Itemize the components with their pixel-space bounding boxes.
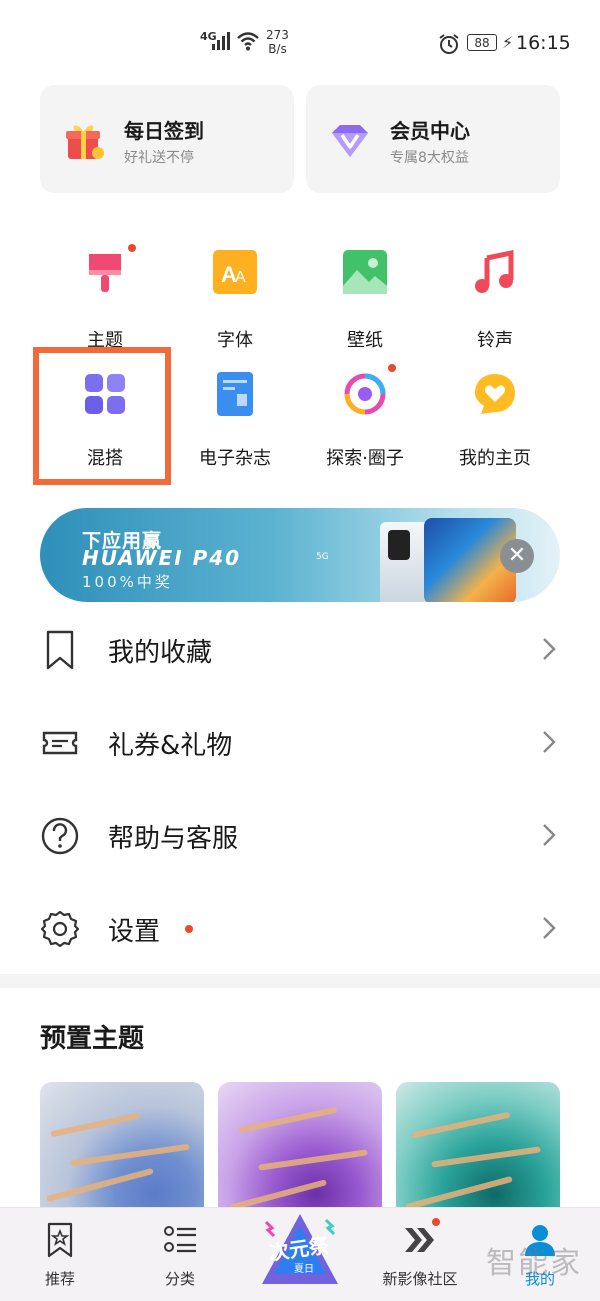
- grid-item-my-home[interactable]: 我的主页: [430, 372, 560, 492]
- list-item-label: 帮助与客服: [108, 824, 239, 854]
- preset-theme-thumbnail[interactable]: [218, 1082, 382, 1222]
- promo-banner[interactable]: 下应用赢 HUAWEI P40 5G 100%中奖: [40, 508, 560, 602]
- font-icon: A A: [213, 250, 257, 294]
- svg-text:A: A: [235, 269, 246, 286]
- grid-item-label: 铃声: [477, 330, 513, 351]
- chevron-right-icon: [543, 638, 556, 660]
- festival-logo-button[interactable]: 次元祭 夏日: [248, 1212, 352, 1286]
- wallpaper-icon: [343, 250, 387, 294]
- signal-icon: [212, 32, 230, 50]
- tab-label: 分类: [164, 1270, 195, 1288]
- grid-item-label: 探索·圈子: [326, 448, 404, 469]
- tab-label: 推荐: [44, 1270, 75, 1288]
- settings-gear-icon: [40, 910, 80, 948]
- chevron-right-icon: [543, 731, 556, 753]
- highlight-box: [33, 347, 171, 485]
- battery-indicator: 88: [467, 34, 497, 51]
- badge-dot: [432, 1218, 440, 1226]
- status-bar: 4G 273 B/s 88 ⚡ 16:15: [0, 0, 600, 80]
- grid-item-explore[interactable]: 探索·圈子: [300, 364, 430, 492]
- list-item-label: 我的收藏: [108, 638, 213, 668]
- list-item-label: 礼券&礼物: [108, 731, 233, 761]
- bookmark-icon: [46, 630, 74, 670]
- member-center-card[interactable]: 会员中心 专属8大权益: [306, 85, 560, 193]
- ringtone-icon: [475, 250, 514, 293]
- category-list-icon: [164, 1226, 196, 1253]
- double-chevron-icon: [405, 1228, 434, 1252]
- banner-5g: 5G: [316, 552, 329, 562]
- gift-icon: [66, 125, 104, 159]
- list-item-label: 设置: [108, 917, 161, 947]
- list-item-help[interactable]: 帮助与客服: [0, 790, 600, 882]
- watermark: 智能家: [486, 1246, 582, 1281]
- badge-dot: [185, 925, 193, 933]
- speed-value: 273: [266, 28, 289, 42]
- preset-theme-thumbnail[interactable]: [396, 1082, 560, 1222]
- tab-recommend[interactable]: 推荐: [0, 1208, 120, 1301]
- grid-item-label: 电子杂志: [199, 448, 271, 469]
- grid-item-label: 字体: [217, 330, 253, 351]
- list-item-coupons[interactable]: 礼券&礼物: [0, 697, 600, 789]
- speed-unit: B/s: [268, 42, 287, 56]
- grid-item-ringtone[interactable]: 铃声: [430, 250, 560, 370]
- banner-line3: 100%中奖: [82, 573, 173, 591]
- magazine-icon: [217, 372, 253, 416]
- tab-label: 新影像社区: [382, 1270, 458, 1288]
- chevron-right-icon: [543, 824, 556, 846]
- grid-item-wallpaper[interactable]: 壁纸: [300, 250, 430, 370]
- tab-image-community[interactable]: 新影像社区: [360, 1208, 480, 1301]
- alarm-icon: [439, 34, 459, 54]
- card-subtitle: 好礼送不停: [124, 150, 194, 166]
- logo-subtext: 夏日: [294, 1263, 314, 1275]
- card-title: 会员中心: [390, 119, 470, 143]
- my-home-heart-icon: [475, 374, 515, 414]
- banner-close-button[interactable]: ✕: [500, 539, 534, 573]
- grid-item-label: 壁纸: [347, 330, 383, 351]
- clock: 16:15: [516, 32, 571, 54]
- chevron-right-icon: [543, 917, 556, 939]
- vip-diamond-icon: [332, 125, 368, 157]
- badge-dot: [388, 364, 396, 372]
- grid-item-font[interactable]: A A 字体: [170, 250, 300, 370]
- help-icon: [41, 817, 79, 855]
- grid-item-magazine[interactable]: 电子杂志: [170, 372, 300, 492]
- badge-dot: [128, 244, 136, 252]
- section-title: 预置主题: [40, 1024, 145, 1054]
- charging-icon: ⚡: [502, 33, 514, 52]
- list-item-favorites[interactable]: 我的收藏: [0, 604, 600, 696]
- star-bookmark-icon: [47, 1222, 73, 1258]
- explore-circle-icon: [344, 373, 386, 415]
- daily-checkin-card[interactable]: 每日签到 好礼送不停: [40, 85, 294, 193]
- network-speed: 273 B/s: [266, 28, 289, 56]
- banner-line2: HUAWEI P40: [82, 546, 242, 570]
- coupon-icon: [42, 731, 78, 755]
- section-divider: [0, 974, 600, 988]
- theme-brush-icon: [89, 254, 121, 292]
- card-subtitle: 专属8大权益: [390, 150, 469, 166]
- tab-category[interactable]: 分类: [120, 1208, 240, 1301]
- list-item-settings[interactable]: 设置: [0, 883, 600, 975]
- preset-theme-thumbnail[interactable]: [40, 1082, 204, 1222]
- card-title: 每日签到: [124, 119, 204, 143]
- grid-item-label: 我的主页: [459, 448, 531, 469]
- wifi-icon: [237, 32, 259, 51]
